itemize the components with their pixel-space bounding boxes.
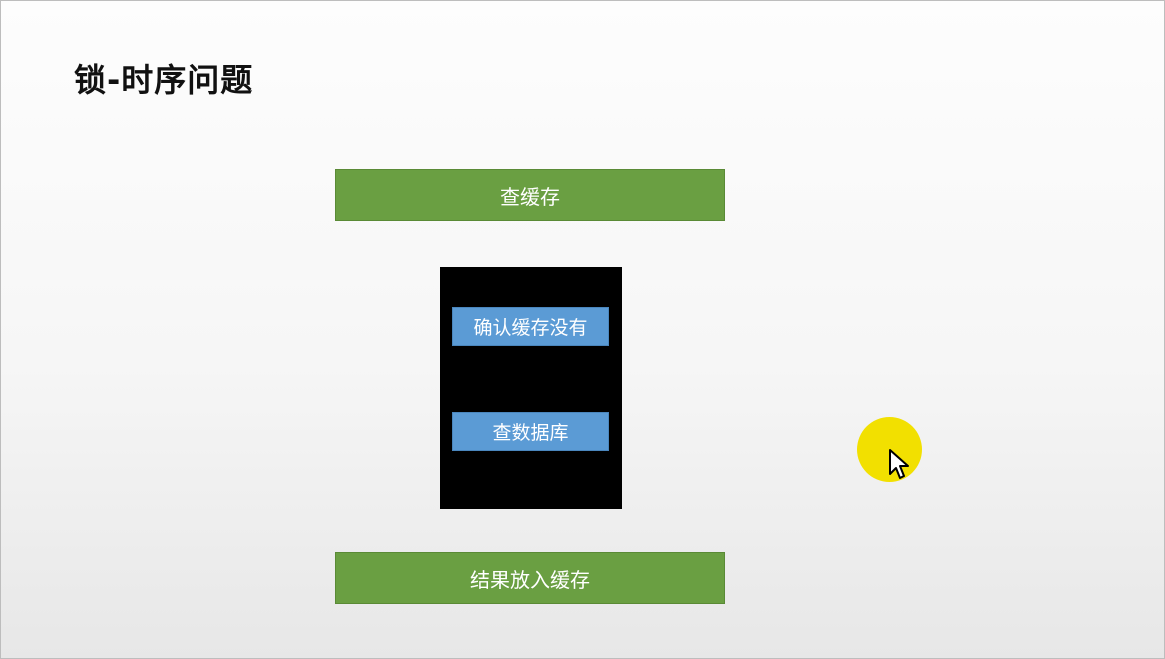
step-query-cache-label: 查缓存	[500, 184, 560, 209]
slide: 锁-时序问题 查缓存 确认缓存没有 查数据库 结果放入缓存	[0, 0, 1165, 659]
slide-title: 锁-时序问题	[74, 61, 254, 99]
mouse-pointer-icon	[889, 449, 909, 479]
step-confirm-no-cache-label: 确认缓存没有	[473, 317, 588, 339]
step-query-db: 查数据库	[452, 412, 609, 451]
step-put-result-in-cache: 结果放入缓存	[335, 552, 725, 604]
lock-region: 确认缓存没有 查数据库	[440, 267, 622, 509]
step-confirm-no-cache: 确认缓存没有	[452, 307, 609, 346]
step-query-cache: 查缓存	[335, 169, 725, 221]
step-put-result-in-cache-label: 结果放入缓存	[470, 567, 590, 592]
step-query-db-label: 查数据库	[492, 422, 569, 444]
